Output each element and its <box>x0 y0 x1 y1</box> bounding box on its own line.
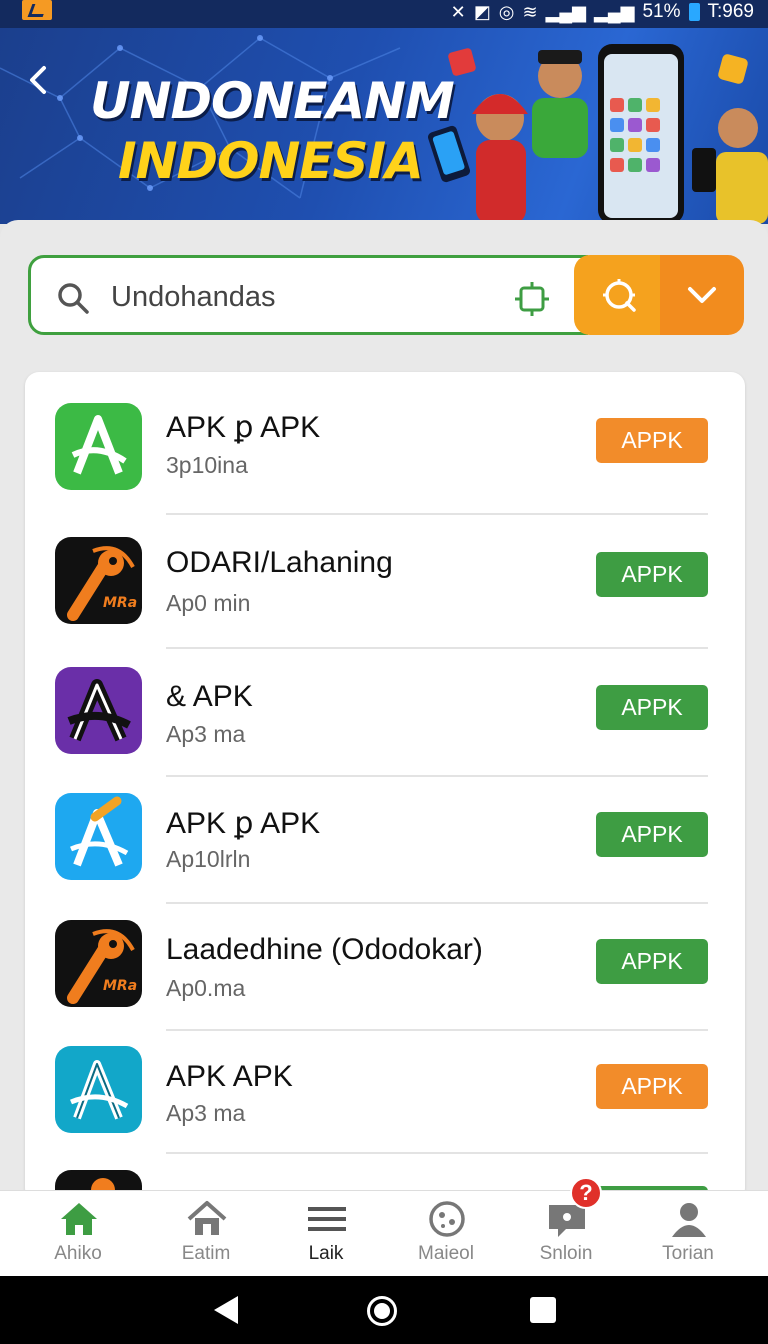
apk-button[interactable]: APPK <box>596 418 708 463</box>
nav-label: Snloin <box>539 1243 593 1264</box>
status-right: ✕ ◩ ◎ ≋ ▂▄▆ ▂▄▆ 51% T:969 <box>451 0 754 24</box>
app-list: APK ꝑ APK 3p10ina APPK MRa ODARI/Lahanin… <box>25 372 745 1202</box>
search-bar <box>28 255 744 335</box>
app-name: & APK <box>166 680 253 713</box>
nav-item-laik[interactable]: Laik <box>262 1191 390 1277</box>
chevron-down-icon <box>688 287 716 303</box>
notification-icon <box>22 0 52 20</box>
nav-label: Laik <box>308 1243 344 1264</box>
nav-item-torian[interactable]: Torian <box>624 1191 752 1277</box>
app-subtitle: Ap10lrln <box>166 846 251 872</box>
search-box[interactable] <box>28 255 588 335</box>
alarm-icon: ◎ <box>498 2 515 22</box>
app-icon-green-a <box>55 403 142 490</box>
home-outline-icon <box>187 1201 227 1235</box>
status-bar: ✕ ◩ ◎ ≋ ▂▄▆ ▂▄▆ 51% T:969 <box>0 0 768 28</box>
app-name: APK ꝑ APK <box>166 807 321 840</box>
filter-button[interactable] <box>574 255 664 335</box>
svg-text:MRa: MRa <box>103 978 137 994</box>
app-subtitle: Ap3 ma <box>166 721 246 747</box>
signal-icon: ▂▄▆ <box>594 2 635 22</box>
app-subtitle: Ap0 min <box>166 590 251 616</box>
list-item[interactable]: APK ꝑ APK Ap10lrln APPK <box>25 776 745 904</box>
system-recents-icon[interactable] <box>530 1297 556 1323</box>
apk-button[interactable]: APPK <box>596 939 708 984</box>
app-icon-purple-a <box>55 667 142 754</box>
app-icon-black-orange-mra: MRa <box>55 920 142 1007</box>
banner-illustration <box>428 44 768 224</box>
apk-button[interactable]: APPK <box>596 552 708 597</box>
menu-icon <box>308 1207 346 1231</box>
signal-icon: ▂▄▆ <box>545 2 587 22</box>
app-icon-teal-a <box>55 1046 142 1133</box>
clock: T:969 <box>707 1 754 22</box>
header-banner: UNDONEANM INDONESIA <box>0 28 768 224</box>
app-name: Laadedhine (Ododokar) <box>166 933 483 966</box>
app-subtitle: Ap3 ma <box>166 1100 246 1126</box>
app-icon-black-orange-mra: MRa <box>55 537 142 624</box>
list-item[interactable]: & APK Ap3 ma APPK <box>25 648 745 777</box>
nav-item-ahiko[interactable]: Ahiko <box>14 1191 142 1277</box>
discover-icon <box>429 1201 465 1237</box>
system-nav-bar <box>0 1276 768 1344</box>
apk-button[interactable]: APPK <box>596 812 708 857</box>
app-icon-blue-a <box>55 793 142 880</box>
wifi-icon: ≋ <box>522 2 538 22</box>
nav-label: Torian <box>662 1243 714 1264</box>
nav-label: Eatim <box>181 1243 231 1264</box>
home-icon <box>61 1203 97 1235</box>
search-icon <box>58 283 89 314</box>
apk-button[interactable]: APPK <box>596 685 708 730</box>
nav-item-snloin[interactable]: Snloin <box>502 1191 630 1277</box>
app-name: APK APK <box>166 1060 293 1093</box>
chevron-left-icon <box>30 66 46 94</box>
svg-text:MRa: MRa <box>103 595 137 611</box>
nfc-icon: ◩ <box>473 2 491 22</box>
apk-button[interactable]: APPK <box>596 1064 708 1109</box>
filter-icon <box>603 279 636 312</box>
nav-label: Maieol <box>418 1243 474 1264</box>
profile-icon <box>672 1203 706 1237</box>
app-subtitle: 3p10ina <box>166 452 248 478</box>
system-back-icon[interactable] <box>214 1296 238 1324</box>
notification-badge: ? <box>570 1177 602 1209</box>
battery-percent: 51% <box>642 1 681 22</box>
banner-title-line1: UNDONEANM <box>90 72 455 130</box>
app-name: APK ꝑ APK <box>166 411 321 444</box>
app-subtitle: Ap0.ma <box>166 975 246 1001</box>
divider <box>166 1152 708 1154</box>
list-item[interactable]: APK APK Ap3 ma APPK <box>25 1030 745 1156</box>
bottom-nav: Ahiko Eatim Laik Maieol Snloin Torian <box>0 1190 768 1276</box>
app-name: ODARI/Lahaning <box>166 546 393 579</box>
list-item[interactable]: MRa ODARI/Lahaning Ap0 min APPK <box>25 514 745 649</box>
system-home-icon[interactable] <box>367 1296 397 1326</box>
list-item[interactable]: MRa Laadedhine (Ododokar) Ap0.ma APPK <box>25 903 745 1031</box>
battery-icon <box>688 3 700 21</box>
nav-label: Ahiko <box>54 1243 102 1264</box>
back-button[interactable] <box>22 60 58 100</box>
mute-icon: ✕ <box>450 2 466 22</box>
banner-title-line2: INDONESIA <box>118 132 424 190</box>
dropdown-button[interactable] <box>660 255 744 335</box>
search-input[interactable] <box>111 276 491 318</box>
nav-item-eatim[interactable]: Eatim <box>142 1191 270 1277</box>
list-item[interactable]: APK ꝑ APK 3p10ina APPK <box>25 372 745 515</box>
nav-item-maieol[interactable]: Maieol <box>382 1191 510 1277</box>
scan-icon[interactable] <box>513 280 551 318</box>
